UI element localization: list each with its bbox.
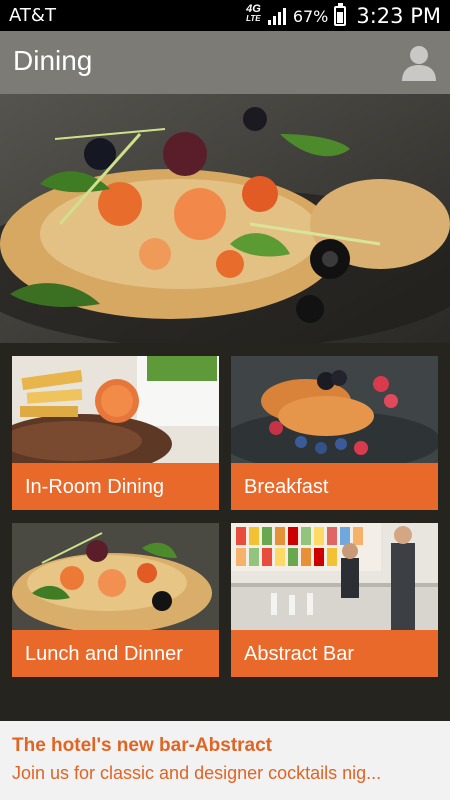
abstract-bar-image (231, 523, 438, 630)
hero-image (0, 94, 450, 343)
tile-abstract-bar[interactable]: Abstract Bar (231, 523, 438, 677)
person-icon[interactable] (400, 43, 438, 81)
tile-label: Lunch and Dinner (12, 630, 219, 677)
promo-headline: The hotel's new bar-Abstract (12, 735, 273, 756)
status-icons: 4G LTE 67% 3:23 PM (246, 3, 441, 28)
in-room-dining-image (12, 356, 219, 463)
food-illustration (0, 94, 450, 343)
tile-label: In-Room Dining (12, 463, 219, 510)
app-bar: Dining (0, 31, 450, 94)
status-bar: AT&T 4G LTE 67% 3:23 PM (0, 0, 450, 31)
lunch-and-dinner-image (12, 523, 219, 630)
signal-icon (267, 8, 286, 25)
battery-percent: 67% (292, 6, 329, 26)
tile-label: Breakfast (231, 463, 438, 510)
battery-icon (334, 3, 347, 26)
promo-banner[interactable]: The hotel's new bar-Abstract Join us for… (0, 721, 450, 800)
page-title: Dining (13, 45, 93, 76)
network-type-icon: 4G LTE (246, 3, 261, 24)
breakfast-image (231, 356, 438, 463)
tile-in-room-dining[interactable]: In-Room Dining (12, 356, 219, 510)
promo-text: Join us for classic and designer cocktai… (12, 763, 382, 783)
tile-breakfast[interactable]: Breakfast (231, 356, 438, 510)
clock: 3:23 PM (356, 4, 441, 28)
tile-label: Abstract Bar (231, 630, 438, 677)
tile-lunch-and-dinner[interactable]: Lunch and Dinner (12, 523, 219, 677)
carrier-name: AT&T (9, 5, 56, 26)
